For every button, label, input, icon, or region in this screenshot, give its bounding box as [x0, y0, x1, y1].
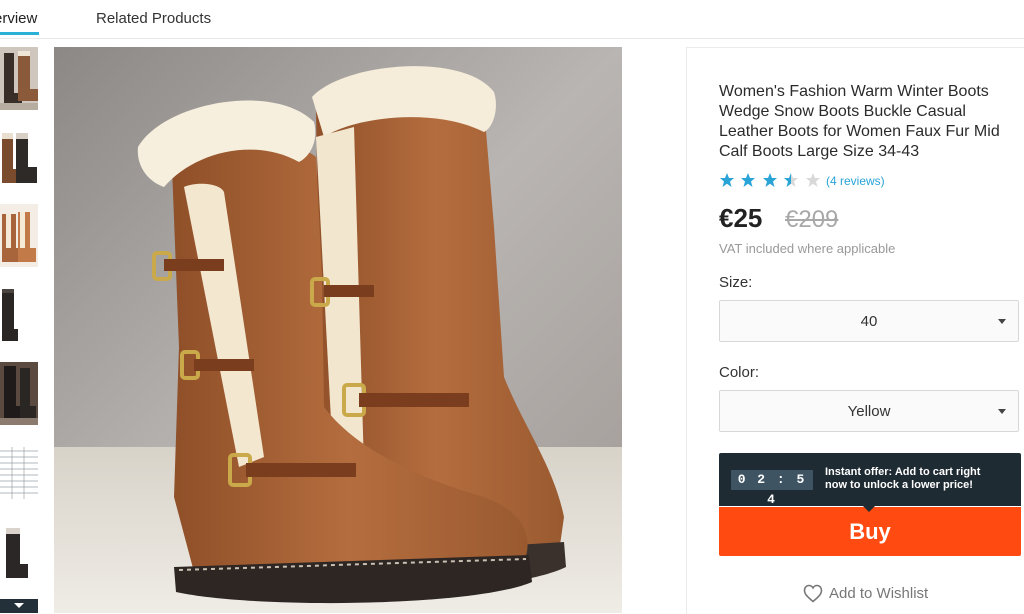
- color-select[interactable]: Yellow: [719, 390, 1019, 432]
- star-filled-icon: [741, 173, 756, 187]
- countdown-timer: 0 2 : 5 4: [731, 470, 813, 507]
- thumbnail-strip: [0, 47, 40, 613]
- caret-down-icon: [998, 319, 1006, 324]
- tab-overview[interactable]: erview: [0, 10, 40, 35]
- size-value: 40: [860, 313, 878, 330]
- original-price: €209: [785, 206, 839, 233]
- thumbnail-5[interactable]: [0, 362, 38, 425]
- wishlist-label: Add to Wishlist: [829, 585, 929, 602]
- heart-icon: [803, 584, 823, 603]
- caret-down-icon: [998, 409, 1006, 414]
- size-select[interactable]: 40: [719, 300, 1019, 342]
- boots-thumbnail-icon: [0, 362, 38, 425]
- boots-thumbnail-icon: [0, 520, 38, 583]
- tab-bar: erview Related Products: [0, 0, 1024, 39]
- star-empty-icon: [805, 173, 820, 187]
- thumbnail-3[interactable]: [0, 204, 38, 267]
- boots-thumbnail-icon: [0, 204, 38, 267]
- star-filled-icon: [720, 173, 734, 187]
- thumbnail-6[interactable]: [0, 441, 38, 504]
- current-price: €25: [719, 203, 763, 233]
- boots-thumbnail-icon: [0, 283, 38, 346]
- pointer-arrow-icon: [862, 505, 876, 512]
- chevron-down-icon: [0, 599, 38, 613]
- instant-offer-banner: 0 2 : 5 4 Instant offer: Add to cart rig…: [719, 453, 1021, 512]
- vat-note: VAT included where applicable: [719, 241, 896, 256]
- product-info-panel: Women's Fashion Warm Winter Boots Wedge …: [686, 47, 1024, 614]
- thumbnail-7[interactable]: [0, 520, 38, 583]
- offer-text: Instant offer: Add to cart right now to …: [825, 466, 981, 491]
- thumbnail-4[interactable]: [0, 283, 38, 346]
- buy-button[interactable]: Buy: [719, 507, 1021, 556]
- boots-thumbnail-icon: [0, 47, 38, 110]
- rating-stars: [719, 172, 822, 188]
- main-product-image[interactable]: [54, 47, 622, 613]
- color-value: Yellow: [847, 403, 891, 420]
- boots-thumbnail-icon: [0, 125, 38, 188]
- thumbnail-more[interactable]: [0, 599, 38, 613]
- size-chart-thumbnail-icon: [0, 441, 38, 504]
- reviews-link[interactable]: (4 reviews): [826, 174, 885, 188]
- size-label: Size:: [719, 274, 753, 291]
- star-half-icon: [784, 173, 799, 187]
- color-label: Color:: [719, 364, 760, 381]
- thumbnail-1[interactable]: [0, 47, 38, 110]
- tab-related-products[interactable]: Related Products: [96, 10, 211, 27]
- add-to-wishlist-button[interactable]: Add to Wishlist: [803, 584, 928, 603]
- thumbnail-2[interactable]: [0, 125, 38, 188]
- product-title: Women's Fashion Warm Winter Boots Wedge …: [719, 83, 1000, 160]
- brown-fur-lined-winter-boots-image-icon: [54, 47, 622, 613]
- star-filled-icon: [762, 173, 777, 187]
